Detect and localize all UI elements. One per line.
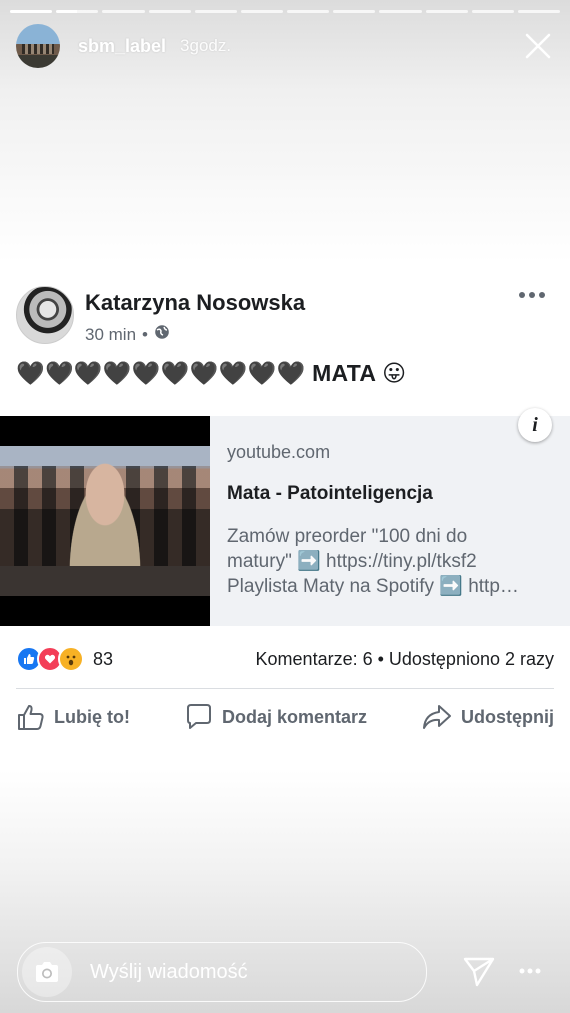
camera-icon[interactable]: [22, 947, 72, 997]
link-title[interactable]: Mata - Patointeligencja: [227, 483, 552, 505]
progress-segment: [10, 10, 53, 13]
link-desc-line: Zamów preorder "100 dni do: [227, 526, 468, 547]
story-avatar[interactable]: [16, 24, 60, 68]
share-button[interactable]: Udostępnij: [421, 702, 554, 732]
post-text: 🖤🖤🖤🖤🖤🖤🖤🖤🖤🖤 MATA 😛: [16, 360, 407, 386]
comment-button[interactable]: Dodaj komentarz: [184, 702, 367, 732]
reaction-count[interactable]: 83: [93, 649, 113, 670]
like-button[interactable]: Lubię to!: [16, 702, 130, 732]
post-meta: 30 min •: [85, 324, 305, 345]
story-time: 3godz.: [180, 36, 232, 55]
story-progress: [10, 10, 561, 13]
wow-icon: [58, 646, 84, 672]
link-preview[interactable]: youtube.com Mata - Patointeligencja Zamó…: [0, 408, 570, 626]
reaction-icons[interactable]: [16, 646, 84, 672]
message-input[interactable]: Wyślij wiadomość: [17, 942, 427, 1002]
progress-segment: [333, 10, 376, 13]
progress-segment: [148, 10, 191, 13]
link-domain: youtube.com: [227, 442, 331, 462]
story-username[interactable]: sbm_label: [78, 36, 166, 57]
comments-shares-count[interactable]: Komentarze: 6 • Udostępniono 2 razy: [256, 649, 554, 670]
progress-segment: [471, 10, 514, 13]
progress-segment: [56, 10, 99, 13]
progress-segment: [517, 10, 561, 13]
message-placeholder: Wyślij wiadomość: [90, 960, 248, 983]
video-thumbnail[interactable]: [0, 416, 210, 626]
reactions-row: 83 Komentarze: 6 • Udostępniono 2 razy: [16, 646, 554, 672]
progress-segment: [287, 10, 330, 13]
link-desc-line: Playlista Maty na Spotify ➡️ http…: [227, 576, 519, 597]
link-description: Zamów preorder "100 dni do matury" ➡️ ht…: [227, 524, 552, 599]
share-icon: [422, 705, 451, 729]
meta-separator: •: [142, 324, 148, 344]
like-label: Lubię to!: [54, 706, 130, 727]
comment-label: Dodaj komentarz: [221, 706, 367, 727]
author-avatar[interactable]: [16, 286, 74, 344]
story-header: sbm_label 3godz.: [16, 24, 554, 68]
progress-segment: [102, 10, 145, 13]
progress-segment: [240, 10, 284, 13]
post-actions: Lubię to! Dodaj komentarz Udostępnij: [16, 702, 554, 732]
more-options-icon[interactable]: [518, 288, 546, 300]
divider: [16, 688, 554, 689]
share-label: Udostępnij: [460, 706, 554, 727]
post-timestamp: 30 min: [85, 324, 137, 344]
close-icon[interactable]: [522, 30, 554, 62]
info-icon[interactable]: i: [518, 408, 552, 442]
thumbs-up-icon: [18, 704, 44, 730]
send-icon[interactable]: [462, 954, 496, 988]
link-desc-line: matury" ➡️ https://tiny.pl/tksf2: [227, 551, 477, 572]
more-icon[interactable]: [518, 964, 542, 978]
globe-icon: [154, 324, 170, 345]
author-name[interactable]: Katarzyna Nosowska: [85, 290, 305, 316]
progress-segment: [194, 10, 237, 13]
post-author: Katarzyna Nosowska 30 min •: [16, 286, 305, 345]
comment-icon: [186, 704, 211, 729]
progress-segment: [425, 10, 468, 13]
progress-segment: [379, 10, 422, 13]
